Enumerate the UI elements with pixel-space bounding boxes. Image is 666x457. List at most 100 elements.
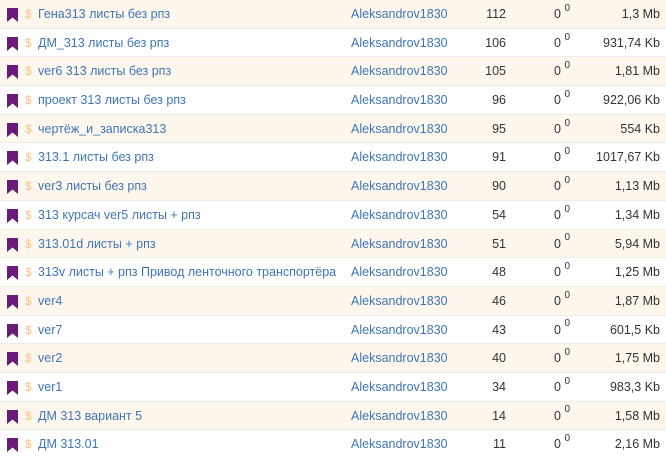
comment-count-new: 0 bbox=[564, 375, 570, 387]
file-title-link[interactable]: 313.01d листы + рпз bbox=[38, 230, 156, 258]
comment-count: 0 0 bbox=[554, 57, 578, 85]
bookmark-icon[interactable] bbox=[7, 323, 18, 338]
author-link[interactable]: Aleksandrov1830 bbox=[351, 115, 448, 143]
comment-count-value: 0 bbox=[554, 207, 561, 222]
download-count: 91 bbox=[492, 150, 506, 165]
file-title-link[interactable]: 313.1 листы без рпз bbox=[38, 143, 154, 171]
file-title-link[interactable]: ДМ 313 вариант 5 bbox=[38, 402, 142, 430]
file-title-link[interactable]: ver7 bbox=[38, 316, 62, 344]
file-title-link[interactable]: ver6 313 листы без рпз bbox=[38, 57, 171, 85]
dollar-icon: $ bbox=[25, 322, 32, 337]
bookmark-icon[interactable] bbox=[7, 380, 18, 395]
dollar-icon: $ bbox=[25, 293, 32, 308]
file-title-link[interactable]: 313 курсач ver5 листы + рпз bbox=[38, 201, 201, 229]
author-link[interactable]: Aleksandrov1830 bbox=[351, 29, 448, 57]
bookmark-icon[interactable] bbox=[7, 8, 18, 22]
bookmark-icon[interactable] bbox=[7, 122, 18, 137]
bookmark-icon[interactable] bbox=[7, 208, 18, 223]
bookmark-icon[interactable] bbox=[7, 409, 18, 424]
dollar-icon: $ bbox=[25, 236, 32, 251]
dollar-icon: $ bbox=[25, 408, 32, 423]
file-title-link[interactable]: ДМ 313.01 bbox=[38, 430, 99, 457]
comment-count: 0 0 bbox=[554, 29, 578, 57]
comment-count: 0 0 bbox=[554, 316, 578, 344]
author-link[interactable]: Aleksandrov1830 bbox=[351, 430, 448, 457]
file-title-link[interactable]: ver4 bbox=[38, 287, 62, 315]
comment-count-new: 0 bbox=[564, 146, 570, 158]
bookmark-icon[interactable] bbox=[7, 352, 18, 367]
comment-count-value: 0 bbox=[554, 437, 561, 452]
dollar-icon: $ bbox=[25, 351, 32, 366]
author-link[interactable]: Aleksandrov1830 bbox=[351, 230, 448, 258]
comment-count-value: 0 bbox=[554, 150, 561, 165]
download-count: 51 bbox=[492, 236, 506, 251]
dollar-icon: $ bbox=[25, 121, 32, 136]
bookmark-icon[interactable] bbox=[7, 151, 18, 166]
author-link[interactable]: Aleksandrov1830 bbox=[351, 172, 448, 200]
download-count: 106 bbox=[485, 35, 506, 50]
comment-count: 0 0 bbox=[554, 201, 578, 229]
comment-count: 0 0 bbox=[554, 344, 578, 372]
comment-count-new: 0 bbox=[564, 203, 570, 215]
file-title-link[interactable]: чертёж_и_записка313 bbox=[38, 115, 166, 143]
dollar-icon: $ bbox=[25, 437, 32, 452]
table-row: $ ДМ_313 листы без рпз Aleksandrov1830 1… bbox=[0, 28, 666, 58]
comment-count-new: 0 bbox=[564, 60, 570, 72]
bookmark-icon[interactable] bbox=[7, 438, 18, 453]
comment-count-value: 0 bbox=[554, 7, 561, 21]
author-link[interactable]: Aleksandrov1830 bbox=[351, 402, 448, 430]
author-link[interactable]: Aleksandrov1830 bbox=[351, 344, 448, 372]
comment-count: 0 0 bbox=[554, 402, 578, 430]
comment-count-value: 0 bbox=[554, 322, 561, 337]
author-link[interactable]: Aleksandrov1830 bbox=[351, 373, 448, 401]
download-count: 90 bbox=[492, 179, 506, 194]
download-count: 11 bbox=[493, 437, 506, 452]
file-size: 2,16 Mb bbox=[614, 437, 660, 452]
file-title-link[interactable]: Гена313 листы без рпз bbox=[38, 0, 170, 28]
file-title-link[interactable]: 313v листы + рпз Привод ленточного транс… bbox=[38, 258, 336, 286]
bookmark-icon[interactable] bbox=[7, 65, 18, 80]
comment-count-new: 0 bbox=[564, 261, 570, 273]
comment-count-value: 0 bbox=[554, 351, 561, 366]
download-count: 14 bbox=[492, 408, 506, 423]
file-title-link[interactable]: проект 313 листы без рпз bbox=[38, 86, 186, 114]
file-size: 1,81 Mb bbox=[614, 64, 660, 79]
comment-count: 0 0 bbox=[554, 230, 578, 258]
file-title-link[interactable]: ver2 bbox=[38, 344, 62, 372]
comment-count-value: 0 bbox=[554, 93, 561, 108]
table-row: $ ДМ 313 вариант 5 Aleksandrov1830 14 0 … bbox=[0, 401, 666, 431]
bookmark-icon[interactable] bbox=[7, 94, 18, 109]
file-size: 983,3 Kb bbox=[609, 379, 660, 394]
bookmark-icon[interactable] bbox=[7, 36, 18, 51]
author-link[interactable]: Aleksandrov1830 bbox=[351, 57, 448, 85]
author-link[interactable]: Aleksandrov1830 bbox=[351, 86, 448, 114]
author-link[interactable]: Aleksandrov1830 bbox=[351, 201, 448, 229]
bookmark-icon[interactable] bbox=[7, 294, 18, 309]
download-count: 95 bbox=[492, 121, 506, 136]
table-row: $ ver3 листы без рпз Aleksandrov1830 90 … bbox=[0, 172, 666, 201]
comment-count-value: 0 bbox=[554, 408, 561, 423]
bookmark-icon[interactable] bbox=[7, 237, 18, 252]
file-title-link[interactable]: ДМ_313 листы без рпз bbox=[38, 29, 169, 57]
bookmark-icon[interactable] bbox=[7, 180, 18, 195]
file-table: $ Гена313 листы без рпз Aleksandrov1830 … bbox=[0, 0, 666, 457]
comment-count: 0 0 bbox=[554, 373, 578, 401]
comment-count: 0 0 bbox=[554, 172, 578, 200]
table-row: $ 313.01d листы + рпз Aleksandrov1830 51… bbox=[0, 229, 666, 259]
file-title-link[interactable]: ver3 листы без рпз bbox=[38, 172, 147, 200]
file-size: 922,06 Kb bbox=[603, 93, 660, 108]
table-row: $ ver1 Aleksandrov1830 34 0 0 983,3 Kb bbox=[0, 372, 666, 402]
dollar-icon: $ bbox=[25, 64, 32, 79]
comment-count: 0 0 bbox=[554, 143, 578, 171]
download-count: 48 bbox=[492, 265, 506, 280]
author-link[interactable]: Aleksandrov1830 bbox=[351, 0, 448, 28]
file-title-link[interactable]: ver1 bbox=[38, 373, 62, 401]
author-link[interactable]: Aleksandrov1830 bbox=[351, 287, 448, 315]
author-link[interactable]: Aleksandrov1830 bbox=[351, 316, 448, 344]
file-size: 1,58 Mb bbox=[614, 408, 660, 423]
author-link[interactable]: Aleksandrov1830 bbox=[351, 258, 448, 286]
author-link[interactable]: Aleksandrov1830 bbox=[351, 143, 448, 171]
table-row: $ ДМ 313.01 Aleksandrov1830 11 0 0 2,16 … bbox=[0, 430, 666, 457]
comment-count: 0 0 bbox=[554, 86, 578, 114]
bookmark-icon[interactable] bbox=[7, 266, 18, 281]
